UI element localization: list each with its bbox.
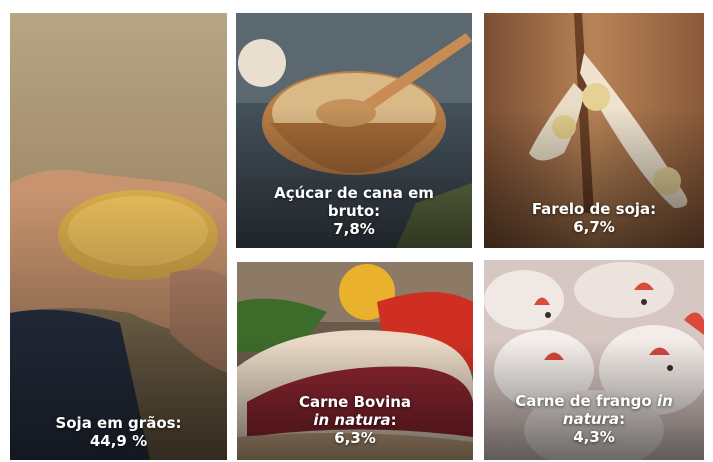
- tile-farelo-de-soja: Farelo de soja: 6,7%: [484, 13, 704, 248]
- caption-label-italic: in natura: [313, 411, 391, 429]
- caption-percent: 4,3%: [573, 428, 615, 446]
- tile-carne-bovina: Carne Bovina in natura: 6,3%: [237, 262, 473, 460]
- tile-soja-em-graos: Soja em grãos: 44,9 %: [10, 13, 227, 460]
- caption-label: Soja em grãos:: [55, 414, 182, 432]
- caption-bovina: Carne Bovina in natura: 6,3%: [243, 393, 467, 447]
- caption-colon: :: [619, 410, 626, 428]
- caption-label-line1: Carne Bovina: [298, 393, 412, 411]
- caption-percent: 6,3%: [334, 429, 376, 447]
- caption-farelo: Farelo de soja: 6,7%: [490, 200, 698, 236]
- caption-percent: 6,7%: [573, 218, 615, 236]
- caption-label-italic-natura: natura: [562, 410, 620, 428]
- caption-label-line2: bruto:: [327, 202, 381, 220]
- caption-frango: Carne de frango in natura: 4,3%: [490, 392, 698, 446]
- caption-colon: :: [390, 411, 397, 429]
- caption-percent: 7,8%: [333, 220, 375, 238]
- caption-label-italic-in: in: [656, 392, 673, 410]
- caption-label-line1: Açúcar de cana em: [274, 184, 434, 202]
- caption-label: Farelo de soja:: [531, 200, 657, 218]
- caption-soja: Soja em grãos: 44,9 %: [16, 414, 221, 450]
- tile-carne-de-frango: Carne de frango in natura: 4,3%: [484, 260, 704, 460]
- tile-acucar-de-cana: Açúcar de cana em bruto: 7,8%: [236, 13, 472, 248]
- caption-percent: 44,9 %: [89, 432, 148, 450]
- caption-label-line1: Carne de frango: [515, 392, 652, 410]
- caption-acucar: Açúcar de cana em bruto: 7,8%: [242, 184, 466, 238]
